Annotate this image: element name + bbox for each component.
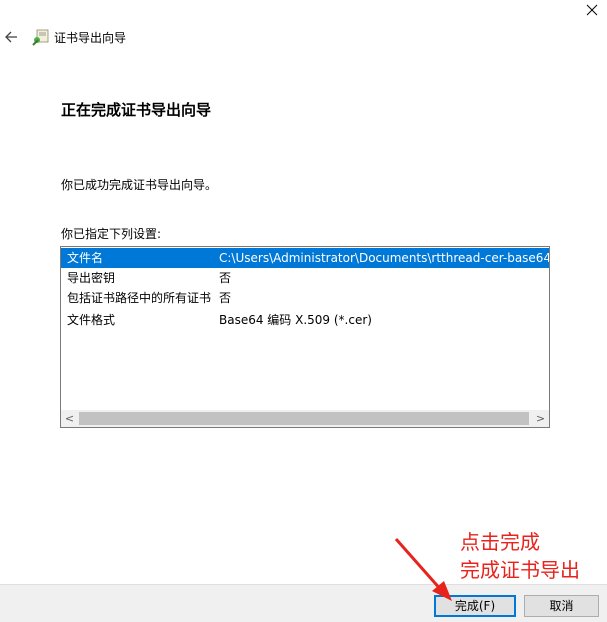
- setting-value: 否: [219, 291, 232, 305]
- scroll-left-button[interactable]: <: [61, 410, 78, 427]
- close-icon[interactable]: [578, 0, 606, 20]
- setting-name: 文件名: [67, 251, 104, 265]
- setting-value: C:\Users\Administrator\Documents\rtthrea…: [219, 251, 549, 265]
- setting-value: Base64 编码 X.509 (*.cer): [219, 313, 372, 327]
- horizontal-scrollbar[interactable]: < >: [61, 410, 549, 427]
- table-row-file-format[interactable]: 文件格式 Base64 编码 X.509 (*.cer): [61, 310, 549, 330]
- certificate-wizard-icon: [32, 29, 49, 46]
- page-heading: 正在完成证书导出向导: [61, 101, 212, 119]
- settings-label: 你已指定下列设置:: [61, 227, 162, 241]
- annotation-text: 点击完成 完成证书导出: [460, 528, 580, 584]
- annotation-line-2: 完成证书导出: [460, 558, 580, 582]
- completed-message: 你已成功完成证书导出向导。: [61, 178, 218, 192]
- table-row-include-all-certs[interactable]: 包括证书路径中的所有证书 否: [61, 288, 549, 308]
- annotation-arrow-icon: [394, 538, 452, 601]
- setting-name: 包括证书路径中的所有证书: [67, 291, 212, 305]
- scroll-right-button[interactable]: >: [532, 410, 549, 427]
- table-row-filename[interactable]: 文件名 C:\Users\Administrator\Documents\rtt…: [61, 248, 549, 268]
- setting-name: 文件格式: [67, 313, 116, 327]
- setting-name: 导出密钥: [67, 271, 116, 285]
- cancel-button[interactable]: 取消: [524, 595, 599, 617]
- scrollbar-thumb[interactable]: [79, 412, 529, 425]
- window-title: 证书导出向导: [54, 31, 127, 45]
- setting-value: 否: [219, 271, 232, 285]
- table-row-export-key[interactable]: 导出密钥 否: [61, 268, 549, 288]
- settings-listbox[interactable]: 文件名 C:\Users\Administrator\Documents\rtt…: [60, 246, 550, 428]
- annotation-line-1: 点击完成: [460, 530, 540, 554]
- back-arrow-icon[interactable]: [4, 30, 18, 44]
